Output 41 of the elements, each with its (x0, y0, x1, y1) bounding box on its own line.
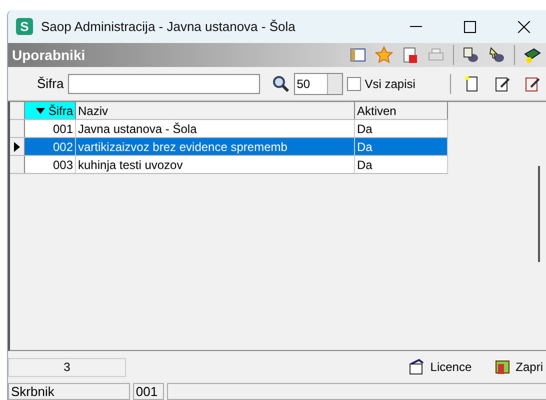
table-row[interactable]: 001 Javna ustanova - Šola Da (10, 120, 448, 138)
edit-document-icon[interactable] (523, 74, 541, 92)
close-button[interactable]: Zapri (494, 358, 543, 376)
delete-document-icon[interactable] (401, 46, 419, 64)
table-cell: Javna ustanova - Šola (76, 120, 355, 137)
database-export-icon[interactable] (462, 46, 480, 64)
maximize-icon (464, 20, 476, 32)
page-size-spinner[interactable]: 50 (294, 72, 343, 94)
minimize-icon (410, 26, 422, 28)
all-records-checkbox[interactable] (346, 76, 361, 90)
panel-title: Uporabniki (12, 47, 86, 63)
table-cell: Da (355, 120, 448, 137)
column-header[interactable]: Naziv (76, 102, 355, 119)
sort-down-icon (36, 108, 46, 114)
close-icon (518, 20, 530, 32)
record-count: 3 (8, 358, 126, 376)
table-cell: kuhinja testi uvozov (76, 156, 355, 173)
app-logo: S (16, 18, 33, 35)
licence-button[interactable]: Licence (408, 358, 472, 376)
code-field[interactable] (68, 74, 260, 94)
edit-document-icon[interactable] (493, 74, 511, 92)
column-header[interactable]: Šifra (25, 102, 76, 119)
column-header[interactable]: Aktiven (355, 102, 448, 119)
table-row[interactable]: 003 kuhinja testi uvozov Da (10, 156, 448, 174)
row-indicator[interactable] (10, 138, 25, 155)
table-cell: Da (355, 138, 448, 155)
all-records-label: Vsi zapisi (364, 76, 416, 90)
current-row-icon (14, 142, 20, 152)
table-row[interactable]: 002 vartikizaizvoz brez evidence sprememb Da (10, 138, 448, 156)
columns-icon[interactable] (349, 46, 367, 64)
window-title: Saop Administracija - Javna ustanova - Šola (41, 19, 296, 34)
scrollbar[interactable] (538, 166, 540, 262)
status-field: Skrbnik (8, 383, 130, 400)
table-cell: Da (355, 156, 448, 173)
code-label: Šifra (37, 76, 64, 91)
star-icon[interactable] (375, 46, 393, 64)
database-import-icon[interactable] (488, 46, 506, 64)
table-cell: vartikizaizvoz brez evidence sprememb (76, 138, 355, 155)
table-cell: 002 (25, 138, 76, 155)
search-icon[interactable] (272, 74, 290, 92)
status-field: 001 (132, 383, 164, 400)
